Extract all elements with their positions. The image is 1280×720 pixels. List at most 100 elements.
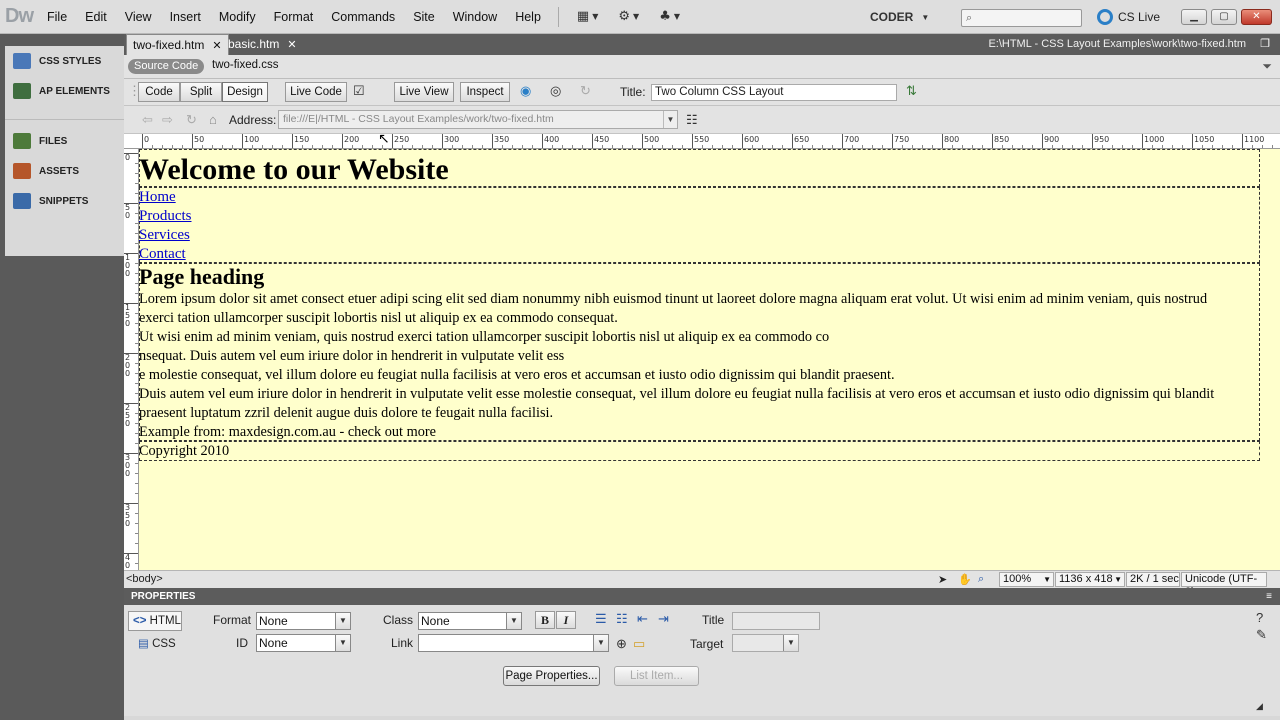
- document-title-input[interactable]: Two Column CSS Layout: [651, 84, 897, 101]
- quick-tag-editor-icon[interactable]: ✎: [1256, 627, 1267, 643]
- hand-tool-icon[interactable]: ✋: [958, 573, 972, 586]
- properties-panel: <> HTML ▤ CSS Format None ▼ ID None ▼ Clas…: [124, 605, 1280, 716]
- refresh-icon[interactable]: ↻: [580, 83, 591, 99]
- home-icon[interactable]: ⌂: [209, 112, 217, 127]
- class-select[interactable]: None ▼: [418, 612, 522, 630]
- nav-link-services[interactable]: Services: [139, 226, 190, 244]
- help-search-input[interactable]: ⌕: [961, 9, 1082, 27]
- menu-modify[interactable]: Modify: [210, 0, 265, 34]
- css-mode-button[interactable]: ▤ CSS: [128, 635, 182, 653]
- site-menu-button[interactable]: ♣ ▼: [649, 9, 690, 24]
- ruler-label: 550: [694, 135, 710, 144]
- title-input[interactable]: [732, 612, 820, 630]
- address-input[interactable]: file:///E|/HTML - CSS Layout Examples/wo…: [278, 110, 678, 129]
- outdent-icon[interactable]: ⇤: [637, 611, 648, 627]
- unordered-list-icon[interactable]: ☰: [595, 611, 607, 627]
- target-select[interactable]: ▼: [732, 634, 799, 652]
- panel-ap-elements[interactable]: AP ELEMENTS: [5, 76, 124, 106]
- menu-insert[interactable]: Insert: [161, 0, 210, 34]
- chevron-down-icon: ▼: [592, 12, 599, 21]
- visual-aids-icon[interactable]: ◎: [550, 83, 561, 99]
- ruler-tick: [192, 134, 193, 148]
- menu-file[interactable]: File: [38, 0, 76, 34]
- menu-help[interactable]: Help: [506, 0, 550, 34]
- bold-button[interactable]: B: [535, 611, 555, 629]
- menu-format[interactable]: Format: [265, 0, 323, 34]
- panel-snippets[interactable]: SNIPPETS: [5, 186, 124, 216]
- live-view-button[interactable]: Live View: [394, 82, 454, 102]
- id-select[interactable]: None ▼: [256, 634, 351, 652]
- tab-basic[interactable]: basic.htm ✕: [222, 34, 303, 55]
- ruler-tick: [1042, 134, 1043, 148]
- chevron-down-icon: ▼: [506, 613, 521, 629]
- close-button[interactable]: ✕: [1241, 9, 1272, 25]
- menu-window[interactable]: Window: [444, 0, 506, 34]
- browser-options-icon[interactable]: ☷: [686, 112, 698, 128]
- close-icon[interactable]: ✕: [287, 39, 296, 51]
- panel-assets[interactable]: ASSETS: [5, 156, 124, 186]
- menu-site[interactable]: Site: [404, 0, 444, 34]
- page-properties-button[interactable]: Page Properties...: [503, 666, 600, 686]
- menu-view[interactable]: View: [116, 0, 161, 34]
- zoom-select[interactable]: 100% ▼: [999, 572, 1054, 587]
- tag-selector[interactable]: <body>: [126, 573, 163, 585]
- select-tool-icon[interactable]: ➤: [938, 573, 947, 586]
- extend-menu-button[interactable]: ⚙ ▼: [608, 9, 649, 24]
- nav-link-contact[interactable]: Contact: [139, 245, 186, 263]
- help-icon[interactable]: ?: [1256, 610, 1263, 625]
- point-to-file-icon[interactable]: ⊕: [616, 636, 627, 652]
- design-view-button[interactable]: Design: [222, 82, 268, 102]
- ruler-label: 250: [394, 135, 410, 144]
- split-view-button[interactable]: Split: [180, 82, 222, 102]
- close-icon[interactable]: ✕: [212, 40, 221, 52]
- chevron-down-icon: ▼: [593, 635, 608, 651]
- zoom-tool-icon[interactable]: ⌕: [978, 573, 984, 586]
- cs-live-button[interactable]: CS Live: [1097, 0, 1160, 34]
- menu-commands[interactable]: Commands: [322, 0, 404, 34]
- folder-icon[interactable]: ▭: [633, 636, 645, 652]
- ordered-list-icon[interactable]: ☷: [616, 611, 628, 627]
- paragraph-line: Example from: maxdesign.com.au - check o…: [139, 424, 436, 440]
- panel-files[interactable]: FILES: [5, 126, 124, 156]
- collapse-icon[interactable]: ◢: [1256, 701, 1263, 712]
- menu-edit[interactable]: Edit: [76, 0, 116, 34]
- format-select[interactable]: None ▼: [256, 612, 351, 630]
- indent-icon[interactable]: ⇥: [658, 611, 669, 627]
- panel-menu-icon[interactable]: ≡: [1266, 588, 1272, 605]
- source-code-button[interactable]: Source Code: [128, 59, 205, 74]
- italic-button[interactable]: I: [556, 611, 576, 629]
- code-view-button[interactable]: Code: [138, 82, 180, 102]
- file-management-icon[interactable]: ⇅: [906, 83, 917, 99]
- check-page-icon[interactable]: ☑: [353, 83, 365, 99]
- related-file-css[interactable]: two-fixed.css: [212, 59, 278, 71]
- files-icon: [13, 133, 31, 149]
- inspect-button[interactable]: Inspect: [460, 82, 510, 102]
- vertical-ruler: 0 50 100 150 200 250 300 350 400: [124, 149, 139, 570]
- list-item-button[interactable]: List Item...: [614, 666, 699, 686]
- link-input[interactable]: ▼: [418, 634, 609, 652]
- back-icon[interactable]: ⇦: [142, 112, 153, 128]
- paragraph-line: Lorem ipsum dolor sit amet consect etuer…: [139, 291, 1208, 307]
- design-view[interactable]: Welcome to our Website Home Products Ser…: [139, 149, 1280, 570]
- html-mode-button[interactable]: <> HTML: [128, 611, 182, 631]
- nav-link-products[interactable]: Products: [139, 207, 192, 225]
- maximize-button[interactable]: ▢: [1211, 9, 1237, 25]
- page-h1: Welcome to our Website: [139, 153, 449, 186]
- ruler-label: 200: [125, 353, 131, 378]
- layout-menu-button[interactable]: ▦ ▼: [567, 9, 608, 24]
- maximize-icon: ▢: [1219, 11, 1229, 22]
- restore-icon[interactable]: ❐: [1260, 37, 1270, 50]
- preview-browser-icon[interactable]: ◉: [520, 83, 531, 99]
- forward-icon[interactable]: ⇨: [162, 112, 173, 128]
- paragraph-line: Ut wisi enim ad minim veniam, quis nostr…: [139, 329, 830, 345]
- filter-icon[interactable]: ⏷: [1262, 59, 1272, 74]
- chevron-down-icon[interactable]: ▼: [663, 111, 677, 128]
- live-code-button[interactable]: Live Code: [285, 82, 347, 102]
- panel-css-styles[interactable]: CSS STYLES: [5, 46, 124, 76]
- nav-link-home[interactable]: Home: [139, 188, 176, 206]
- window-size-select[interactable]: 1136 x 418 ▼: [1055, 572, 1125, 587]
- tab-two-fixed[interactable]: two-fixed.htm ✕: [126, 34, 229, 55]
- refresh-icon[interactable]: ↻: [186, 112, 197, 128]
- workspace-switcher[interactable]: CODER ▼: [870, 0, 929, 34]
- minimize-button[interactable]: ▁: [1181, 9, 1207, 25]
